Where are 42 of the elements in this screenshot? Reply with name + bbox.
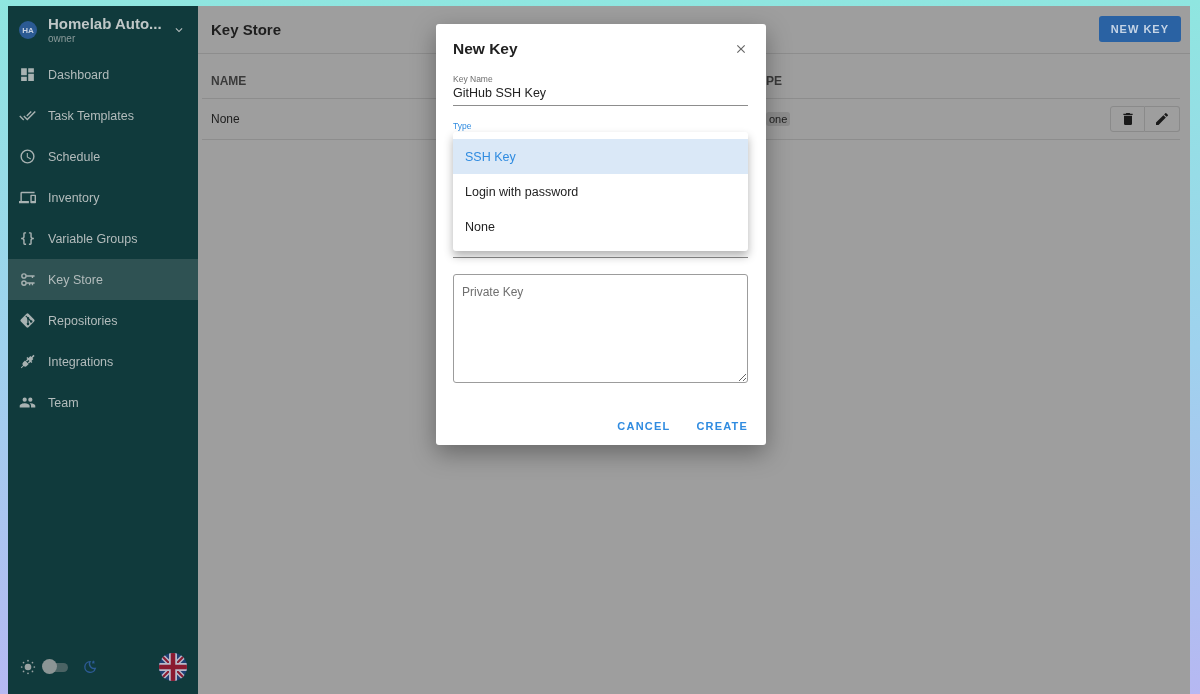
- dashboard-icon: [19, 66, 36, 83]
- close-button[interactable]: [734, 42, 748, 56]
- braces-icon: [19, 230, 36, 247]
- nav-item[interactable]: Schedule: [8, 136, 198, 177]
- menu-option[interactable]: None: [453, 209, 748, 244]
- key-name-field[interactable]: Key Name GitHub SSH Key: [453, 74, 748, 106]
- theme-switch[interactable]: [42, 659, 70, 675]
- nav-item[interactable]: Inventory: [8, 177, 198, 218]
- private-key-field[interactable]: Private Key: [453, 274, 748, 383]
- project-name: Homelab Auto...: [48, 15, 163, 33]
- monitor-icon: [19, 189, 36, 206]
- delete-button[interactable]: [1110, 106, 1145, 132]
- edit-button[interactable]: [1145, 106, 1180, 132]
- project-role: owner: [48, 33, 77, 45]
- menu-option[interactable]: Login with password: [453, 174, 748, 209]
- dialog-title: New Key: [453, 40, 519, 58]
- nav-item[interactable]: Key Store: [8, 259, 198, 300]
- page-title: Key Store: [211, 21, 283, 38]
- clock-icon: [19, 148, 36, 165]
- table-cell: None: [211, 112, 240, 126]
- project-avatar: HA: [19, 21, 37, 39]
- nav-item[interactable]: Variable Groups: [8, 218, 198, 259]
- column-header: NAME: [211, 74, 247, 88]
- dialog-button[interactable]: CREATE: [688, 414, 756, 438]
- type-chip: one: [766, 112, 791, 126]
- plug-icon: [19, 353, 36, 370]
- close-icon: [734, 42, 748, 56]
- key-icon: [19, 271, 36, 288]
- nav-item[interactable]: Task Templates: [8, 95, 198, 136]
- nav-item[interactable]: Team: [8, 382, 198, 423]
- diamond-branch-icon: [19, 312, 36, 329]
- new-key-button[interactable]: NEW KEY: [1098, 15, 1181, 42]
- nav-item[interactable]: Repositories: [8, 300, 198, 341]
- sun-icon: [20, 659, 36, 675]
- nav-item[interactable]: Dashboard: [8, 54, 198, 95]
- project-switcher[interactable]: HA Homelab Auto... owner: [8, 6, 198, 54]
- column-header: PE: [766, 74, 782, 88]
- pencil-icon: [1154, 111, 1170, 127]
- dialog-button[interactable]: CANCEL: [609, 414, 679, 438]
- nav-item[interactable]: Integrations: [8, 341, 198, 382]
- moon-icon: [82, 659, 98, 675]
- flag-icon: [159, 653, 187, 681]
